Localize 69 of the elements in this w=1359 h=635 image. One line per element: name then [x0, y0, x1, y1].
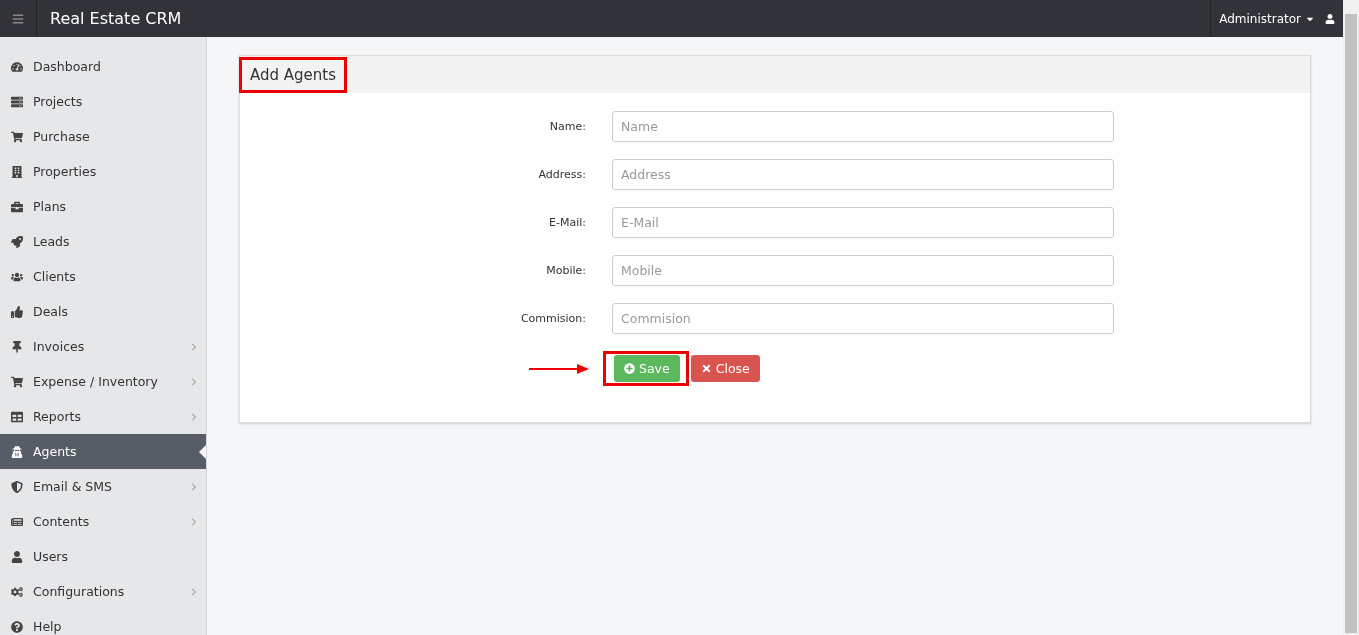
agent-icon [11, 445, 23, 458]
arrow [529, 362, 589, 375]
help-icon [11, 620, 23, 633]
sidebar-item[interactable]: Configurations [0, 574, 206, 609]
sidebar-item-label: Email & SMS [33, 479, 114, 494]
pin-icon [11, 340, 23, 353]
table-icon [11, 410, 23, 423]
sidebar-item-label: Purchase [33, 129, 91, 144]
sidebar-item[interactable]: Plans [0, 189, 206, 224]
sidebar-item-label: Contents [33, 514, 91, 529]
sidebar-item-label: Reports [33, 409, 82, 424]
sidebar-item-label: Invoices [33, 339, 86, 354]
panel-title: Add Agents [239, 56, 348, 93]
sidebar-item[interactable]: Expense / Inventory [0, 364, 206, 399]
sidebar-item-label: Clients [33, 269, 77, 284]
sidebar-item-label: Help [33, 619, 63, 634]
sidebar-item[interactable]: Invoices [0, 329, 206, 364]
sidebar-item[interactable]: Dashboard [0, 49, 206, 84]
sidebar-item[interactable]: Purchase [0, 119, 206, 154]
sidebar-item[interactable]: Contents [0, 504, 206, 539]
shield-icon [11, 480, 23, 493]
field-label: Address: [537, 168, 586, 181]
input-field[interactable]: Commision [612, 303, 1114, 334]
field-label: Name: [548, 120, 586, 133]
building-icon [11, 165, 23, 178]
rocket-icon [11, 235, 23, 248]
input-field[interactable]: E-Mail [612, 207, 1114, 238]
sidebar-item-label: Deals [33, 304, 69, 319]
sidebar-item[interactable]: Help [0, 609, 206, 635]
sidebar-item[interactable]: Agents [0, 434, 206, 469]
thumbs-up-icon [11, 305, 23, 318]
plus-icon [624, 363, 635, 374]
sidebar-item-label: Properties [33, 164, 98, 179]
sidebar-item[interactable]: Users [0, 539, 206, 574]
user-icon [11, 550, 23, 563]
sidebar-item-label: Dashboard [33, 59, 102, 74]
sidebar-item-label: Configurations [33, 584, 126, 599]
sidebar-item[interactable]: Email & SMS [0, 469, 206, 504]
sidebar-item-label: Expense / Inventory [33, 374, 159, 389]
field-label: Commision: [519, 312, 586, 325]
settings-icon [11, 585, 23, 598]
sidebar-item[interactable]: Properties [0, 154, 206, 189]
users-icon [11, 270, 23, 283]
close-icon [700, 363, 712, 374]
sidebar-item[interactable]: Leads [0, 224, 206, 259]
sidebar-item-label: Agents [33, 444, 78, 459]
briefcase-icon [11, 200, 23, 213]
field-label: E-Mail: [548, 216, 586, 229]
sidebar-item-label: Plans [33, 199, 68, 214]
field-label: Mobile: [545, 264, 586, 277]
input-field[interactable]: Address [612, 159, 1114, 190]
close-button[interactable]: Close [690, 355, 760, 382]
sidebar-item-label: Projects [33, 94, 84, 109]
dashboard-icon [11, 60, 23, 73]
cart-icon [11, 375, 23, 388]
sidebar-item[interactable]: Clients [0, 259, 206, 294]
input-field[interactable]: Mobile [612, 255, 1114, 286]
sidebar-item[interactable]: Deals [0, 294, 206, 329]
user-icon [1325, 13, 1335, 24]
server-icon [11, 95, 23, 108]
app-title: Real Estate CRM [50, 9, 183, 28]
input-field[interactable]: Name [612, 111, 1114, 142]
newspaper-icon [11, 515, 23, 528]
sidebar-item-label: Users [33, 549, 69, 564]
sidebar-item[interactable]: Reports [0, 399, 206, 434]
sidebar-item[interactable]: Projects [0, 84, 206, 119]
sidebar-item-label: Leads [33, 234, 71, 249]
cart-icon [11, 130, 23, 143]
menu-icon [12, 12, 24, 25]
